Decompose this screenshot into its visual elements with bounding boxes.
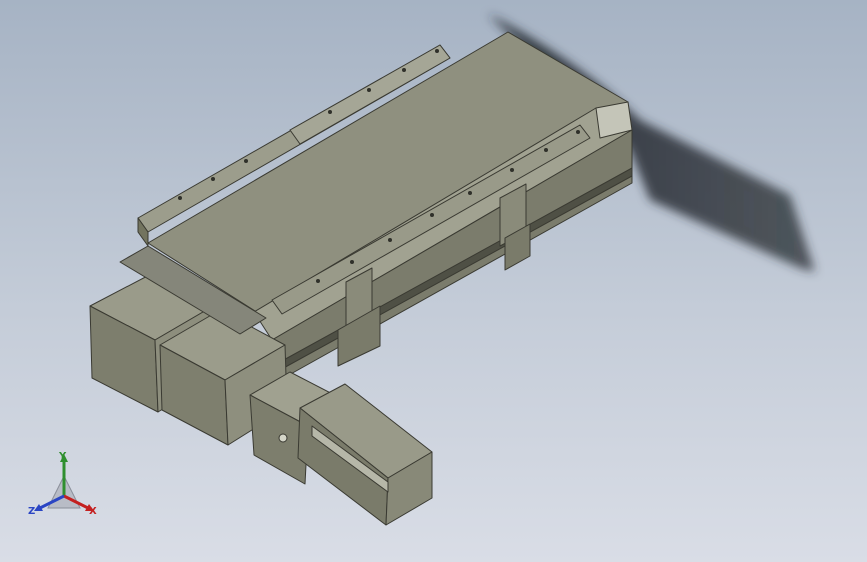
triad-z-label: Z <box>28 506 36 517</box>
model-graphics[interactable] <box>0 0 867 562</box>
triad-y-label: Y <box>59 451 67 462</box>
coordinate-triad: Y X Z <box>22 448 112 528</box>
cad-viewport[interactable]: Y X Z <box>0 0 867 562</box>
triad-graphic <box>34 454 94 511</box>
flange-bolt <box>278 433 288 443</box>
triad-x-label: X <box>89 506 97 517</box>
actuator-body[interactable] <box>89 31 633 526</box>
